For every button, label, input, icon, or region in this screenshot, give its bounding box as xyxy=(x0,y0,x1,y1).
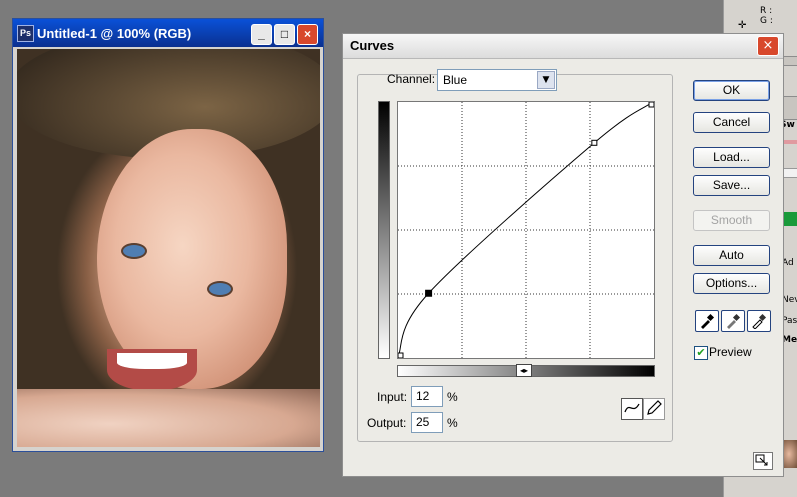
gray-eyedropper-icon[interactable] xyxy=(721,310,745,332)
chevron-down-icon[interactable]: ▼ xyxy=(537,71,555,89)
channel-value: Blue xyxy=(443,73,468,87)
teeth xyxy=(117,353,187,369)
curve-control-point[interactable] xyxy=(425,289,433,297)
dialog-title: Curves xyxy=(350,38,395,53)
document-window: Ps Untitled-1 @ 100% (RGB) _ □ × xyxy=(12,18,324,452)
preview-label[interactable]: Preview xyxy=(709,345,752,359)
cancel-button[interactable]: Cancel xyxy=(693,112,770,133)
pencil-tool-icon[interactable] xyxy=(643,398,665,420)
curve-plot[interactable] xyxy=(397,101,655,359)
load-button[interactable]: Load... xyxy=(693,147,770,168)
palette-tab[interactable] xyxy=(782,96,797,120)
black-eyedropper-icon[interactable] xyxy=(695,310,719,332)
document-title: Untitled-1 @ 100% (RGB) xyxy=(37,26,192,41)
swatch-green[interactable] xyxy=(782,212,797,226)
input-value: 12 xyxy=(416,389,430,403)
input-percent: % xyxy=(447,390,458,404)
swatch-white[interactable] xyxy=(782,168,797,178)
arm-region xyxy=(17,389,320,447)
channel-select[interactable]: Blue ▼ xyxy=(437,69,557,91)
dialog-titlebar[interactable]: Curves × xyxy=(343,34,783,59)
minimize-button[interactable]: _ xyxy=(251,24,272,45)
right-eye xyxy=(207,281,233,297)
expand-icon[interactable] xyxy=(753,452,773,470)
document-canvas[interactable] xyxy=(17,49,320,447)
new-layer-label[interactable]: Nev xyxy=(782,295,797,305)
output-field[interactable]: 25 xyxy=(411,412,443,433)
curves-graph[interactable] xyxy=(397,101,655,359)
preview-checkbox[interactable]: ✔ xyxy=(694,346,708,360)
swatch-pink[interactable] xyxy=(782,140,797,144)
output-percent: % xyxy=(447,416,458,430)
input-label: Input: xyxy=(377,390,408,404)
curve-control-point[interactable] xyxy=(648,101,655,108)
input-field[interactable]: 12 xyxy=(411,386,443,407)
output-gradient-bar xyxy=(378,101,390,359)
dialog-close-button[interactable]: × xyxy=(757,36,779,56)
info-g-label: G : xyxy=(760,16,773,26)
ok-button[interactable]: OK xyxy=(693,80,770,101)
curve-control-point[interactable] xyxy=(591,139,598,146)
document-titlebar[interactable]: Ps Untitled-1 @ 100% (RGB) _ □ × xyxy=(13,19,323,47)
output-value: 25 xyxy=(416,415,430,429)
auto-button[interactable]: Auto xyxy=(693,245,770,266)
photoshop-icon: Ps xyxy=(17,25,34,42)
gradient-toggle-icon[interactable]: ◂▸ xyxy=(516,364,532,377)
channel-label: Channel: xyxy=(387,72,436,86)
maximize-button[interactable]: □ xyxy=(274,24,295,45)
smooth-button[interactable]: Smooth xyxy=(693,210,770,231)
pass-label[interactable]: Pas xyxy=(782,316,797,326)
close-button[interactable]: × xyxy=(297,24,318,45)
curve-tool-icon[interactable] xyxy=(621,398,643,420)
cursor-icon: ✛ xyxy=(738,20,747,31)
white-eyedropper-icon[interactable] xyxy=(747,310,771,332)
curve-control-point[interactable] xyxy=(397,352,404,359)
options-button[interactable]: Options... xyxy=(693,273,770,294)
output-label: Output: xyxy=(367,416,407,430)
left-eye xyxy=(121,243,147,259)
menu-label[interactable]: Me xyxy=(782,335,797,345)
info-r-label: R : xyxy=(760,6,773,16)
save-button[interactable]: Save... xyxy=(693,175,770,196)
